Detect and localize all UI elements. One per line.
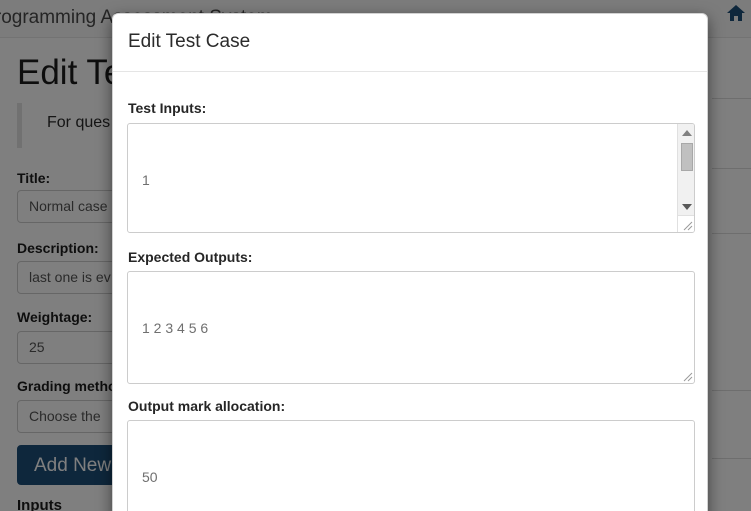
output-mark-allocation-value: 50 30 20 <box>142 427 694 511</box>
test-inputs-textarea[interactable]: 1 4 1 3 1 <box>127 123 695 233</box>
textarea-resize-grip[interactable] <box>680 218 693 231</box>
expected-outputs-line: 1 2 3 4 5 6 <box>142 320 209 336</box>
test-inputs-label: Test Inputs: <box>128 100 207 116</box>
scroll-up-arrow-icon[interactable] <box>678 124 694 141</box>
output-mark-allocation-label: Output mark allocation: <box>128 398 286 414</box>
output-mark-allocation-textarea[interactable]: 50 30 20 <box>127 420 695 511</box>
textarea-resize-grip[interactable] <box>680 369 693 382</box>
test-inputs-scrollbar[interactable] <box>677 124 694 232</box>
output-mark-allocation-line: 50 <box>142 469 158 485</box>
test-inputs-line: 4 <box>142 230 694 232</box>
expected-outputs-line: 1 3 5 2 4 6 <box>142 378 694 383</box>
scroll-down-arrow-icon[interactable] <box>678 198 694 215</box>
edit-test-case-modal: Edit Test Case Test Inputs: 1 4 1 3 1 <box>112 13 708 511</box>
test-inputs-line: 1 <box>142 172 150 188</box>
scrollbar-thumb[interactable] <box>681 143 693 171</box>
expected-outputs-value: 1 2 3 4 5 6 1 3 5 2 4 6 <box>142 278 694 383</box>
expected-outputs-label: Expected Outputs: <box>128 249 253 265</box>
modal-body: Test Inputs: 1 4 1 3 1 <box>113 72 707 511</box>
modal-header: Edit Test Case <box>113 14 707 72</box>
test-inputs-value: 1 4 1 3 1 <box>142 130 694 232</box>
modal-title: Edit Test Case <box>128 31 251 52</box>
app-root: Online Programming Assessment System Edi… <box>0 0 751 511</box>
expected-outputs-textarea[interactable]: 1 2 3 4 5 6 1 3 5 2 4 6 <box>127 271 695 384</box>
